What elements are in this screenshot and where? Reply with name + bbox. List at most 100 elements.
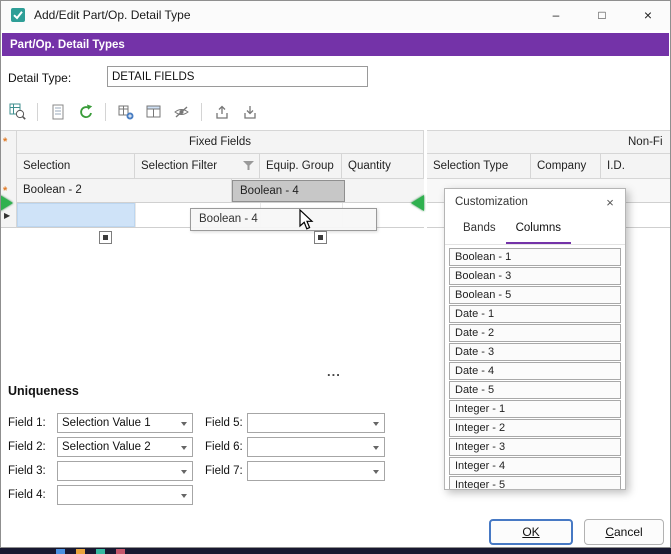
cancel-button-label: Cancel (605, 525, 642, 539)
field-chooser-icon[interactable] (114, 100, 137, 123)
field-7-label: Field 7: (205, 465, 243, 477)
list-item[interactable]: Date - 1 (449, 305, 621, 323)
import-icon[interactable] (238, 100, 261, 123)
filter-icon[interactable] (243, 161, 254, 171)
minimize-button[interactable]: – (533, 0, 579, 30)
field-2-value: Selection Value 2 (58, 438, 192, 456)
list-item[interactable]: Integer - 1 (449, 400, 621, 418)
cancel-button[interactable]: Cancel (584, 519, 664, 545)
field-3-label: Field 3: (8, 465, 46, 477)
titlebar: Add/Edit Part/Op. Detail Type – □ × (0, 0, 671, 30)
window-title: Add/Edit Part/Op. Detail Type (34, 8, 191, 22)
taskbar-icon[interactable] (96, 549, 105, 554)
taskbar-icon[interactable] (76, 549, 85, 554)
panel-header: Part/Op. Detail Types (2, 33, 669, 56)
list-item[interactable]: Date - 4 (449, 362, 621, 380)
dropdown-arrow-icon (181, 422, 187, 426)
document-icon[interactable] (46, 100, 69, 123)
field-3-combo[interactable] (57, 461, 193, 481)
toolbar (6, 99, 261, 124)
field-1-label: Field 1: (8, 417, 46, 429)
zoom-grid-icon[interactable] (6, 100, 29, 123)
hidden-columns-list: Boolean - 1 Boolean - 3 Boolean - 5 Date… (445, 248, 625, 490)
required-marker-icon: * (3, 136, 7, 148)
tab-columns[interactable]: Columns (506, 215, 571, 244)
customization-close-button[interactable]: × (601, 193, 619, 211)
list-item[interactable]: Boolean - 5 (449, 286, 621, 304)
dropdown-arrow-icon (181, 446, 187, 450)
field-4-label: Field 4: (8, 489, 46, 501)
list-item[interactable]: Date - 3 (449, 343, 621, 361)
maximize-button[interactable]: □ (579, 0, 625, 30)
detail-type-label: Detail Type: (8, 71, 71, 85)
column-separator (135, 203, 136, 227)
band-non-fixed-fields[interactable]: Non-Fi (427, 130, 671, 154)
taskbar[interactable] (0, 548, 671, 554)
taskbar-icon[interactable] (116, 549, 125, 554)
customization-title-bar[interactable]: Customization (445, 189, 625, 215)
list-item[interactable]: Integer - 2 (449, 419, 621, 437)
list-item[interactable]: Integer - 5 (449, 476, 621, 490)
list-item[interactable]: Integer - 4 (449, 457, 621, 475)
band-fixed-fields-label: Fixed Fields (189, 136, 251, 148)
list-item[interactable]: Boolean - 1 (449, 248, 621, 266)
dropdown-arrow-icon (373, 470, 379, 474)
mouse-cursor-icon (299, 209, 315, 231)
column-header-selection[interactable]: Selection (17, 154, 135, 179)
field-5-combo[interactable] (247, 413, 385, 433)
row-indicator-column: * * ▶ (0, 130, 17, 228)
band-fixed-fields[interactable]: Fixed Fields (17, 130, 424, 154)
close-button[interactable]: × (625, 0, 671, 30)
toolbar-separator (201, 103, 202, 121)
dropdown-arrow-icon (373, 446, 379, 450)
field-2-combo[interactable]: Selection Value 2 (57, 437, 193, 457)
dropdown-arrow-icon (181, 470, 187, 474)
customization-title: Customization (455, 196, 528, 208)
toolbar-separator (37, 103, 38, 121)
window-controls: – □ × (533, 0, 671, 30)
hide-field-icon[interactable] (170, 100, 193, 123)
tab-bands[interactable]: Bands (453, 215, 506, 244)
subheader-boolean-4-pressed[interactable]: Boolean - 4 (232, 180, 345, 202)
field-2-label: Field 2: (8, 441, 46, 453)
customization-panel: Customization × Bands Columns Boolean - … (444, 188, 626, 490)
dropdown-arrow-icon (373, 422, 379, 426)
list-item[interactable]: Integer - 3 (449, 438, 621, 456)
export-icon[interactable] (210, 100, 233, 123)
toolbar-separator (105, 103, 106, 121)
column-header-selection-filter[interactable]: Selection Filter (135, 154, 260, 179)
taskbar-icon[interactable] (56, 549, 65, 554)
field-1-combo[interactable]: Selection Value 1 (57, 413, 193, 433)
field-7-combo[interactable] (247, 461, 385, 481)
screen: Add/Edit Part/Op. Detail Type – □ × Part… (0, 0, 671, 554)
panel-header-title: Part/Op. Detail Types (10, 39, 125, 51)
selected-cell[interactable] (17, 203, 135, 227)
field-6-combo[interactable] (247, 437, 385, 457)
list-item[interactable]: Boolean - 3 (449, 267, 621, 285)
column-header-id[interactable]: I.D. (601, 154, 671, 179)
field-6-label: Field 6: (205, 441, 243, 453)
detail-type-input[interactable] (107, 66, 368, 87)
column-header-equip-group[interactable]: Equip. Group (260, 154, 342, 179)
uniqueness-title: Uniqueness (8, 384, 79, 398)
column-header-selection-type[interactable]: Selection Type (427, 154, 531, 179)
column-header-selection-filter-label: Selection Filter (141, 160, 217, 172)
field-1-value: Selection Value 1 (58, 414, 192, 432)
customization-tabs: Bands Columns (445, 215, 625, 245)
focused-row-arrow-icon: ▶ (4, 211, 10, 220)
refresh-icon[interactable] (74, 100, 97, 123)
ellipsis-indicator: ... (327, 364, 341, 379)
subheader-boolean-2[interactable]: Boolean - 2 (17, 179, 232, 203)
column-header-company[interactable]: Company (531, 154, 601, 179)
list-item[interactable]: Date - 2 (449, 324, 621, 342)
band-non-fixed-fields-label: Non-Fi (628, 131, 663, 153)
column-header-quantity[interactable]: Quantity (342, 154, 424, 179)
list-item[interactable]: Date - 5 (449, 381, 621, 399)
band-layout-icon[interactable] (142, 100, 165, 123)
dropdown-arrow-icon (181, 494, 187, 498)
ok-button-label: OK (522, 525, 539, 539)
drop-indicator-right-arrow-icon (411, 195, 424, 211)
ok-button[interactable]: OK (489, 519, 573, 545)
drag-handle-marker (314, 231, 327, 244)
field-4-combo[interactable] (57, 485, 193, 505)
